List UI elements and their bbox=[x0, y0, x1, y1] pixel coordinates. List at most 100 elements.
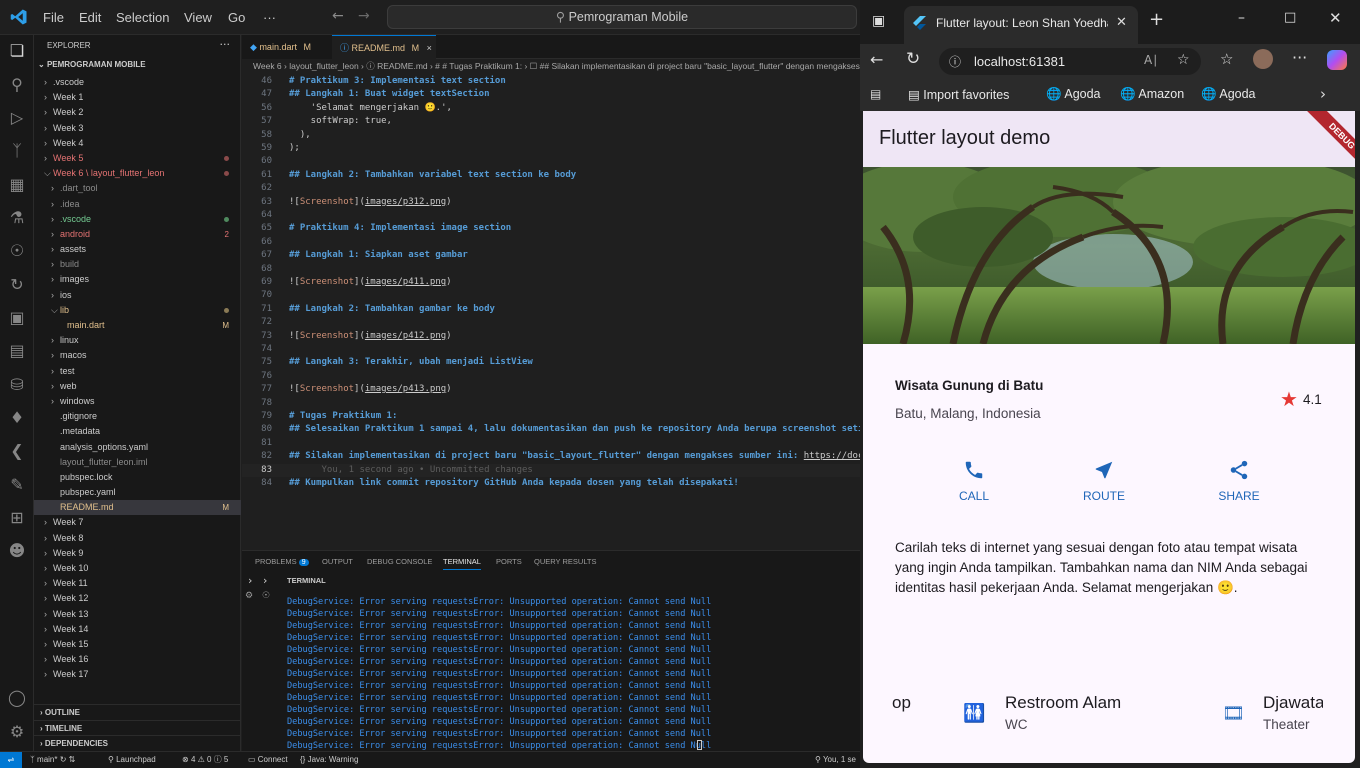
tab-actions-icon[interactable]: ▣ bbox=[872, 13, 885, 29]
code-line[interactable]: 69 ![Screenshot](images/p411.png) bbox=[242, 276, 860, 289]
menu-go[interactable]: Go bbox=[228, 10, 245, 25]
tree-item[interactable]: pubspec.yaml bbox=[34, 485, 241, 500]
tree-item[interactable]: › .vscode bbox=[34, 75, 241, 90]
breadcrumb[interactable]: Week 6 › layout_flutter_leon › ⓘ README.… bbox=[242, 59, 860, 74]
star-icon[interactable]: ☆ bbox=[1177, 52, 1190, 68]
tab-ports[interactable]: PORTS bbox=[496, 557, 522, 566]
code-line[interactable]: 70 bbox=[242, 289, 860, 302]
close-tab-icon[interactable]: ✕ bbox=[1116, 15, 1127, 30]
tree-item[interactable]: .metadata bbox=[34, 424, 241, 439]
code-line[interactable]: 77 ![Screenshot](images/p413.png) bbox=[242, 383, 860, 396]
account-icon[interactable]: ◯ bbox=[7, 688, 27, 708]
tree-item[interactable]: › Week 7 bbox=[34, 515, 241, 530]
collections-icon[interactable]: ▤ bbox=[870, 87, 881, 101]
code-line[interactable]: 66 bbox=[242, 236, 860, 249]
inspect-icon[interactable]: ⊞ bbox=[7, 508, 27, 528]
code-line[interactable]: 72 bbox=[242, 316, 860, 329]
code-line[interactable]: 82 ## Silakan implementasikan di project … bbox=[242, 450, 860, 463]
tree-item[interactable]: › Week 14 bbox=[34, 622, 241, 637]
facilities-list[interactable]: op 🚻 Restroom Alam WC 🎞 Djawatan Theater bbox=[863, 681, 1355, 751]
menu-selection[interactable]: Selection bbox=[116, 10, 169, 25]
tab-main-dart[interactable]: ◆ main.dart M bbox=[242, 35, 332, 59]
code-line[interactable]: 63 ![Screenshot](images/p312.png) bbox=[242, 196, 860, 209]
code-line[interactable]: 56 'Selamat mengerjakan 🙂.', bbox=[242, 102, 860, 115]
tree-item[interactable]: › Week 9 bbox=[34, 546, 241, 561]
explorer-icon[interactable]: ❏ bbox=[7, 41, 27, 61]
code-line[interactable]: 59); bbox=[242, 142, 860, 155]
copilot-icon[interactable]: ☻ bbox=[7, 541, 27, 561]
tree-item[interactable]: › Week 15 bbox=[34, 637, 241, 652]
tree-item[interactable]: › ios bbox=[34, 288, 241, 303]
code-line[interactable]: 64 bbox=[242, 209, 860, 222]
tree-item[interactable]: › Week 16 bbox=[34, 652, 241, 667]
site-info-icon[interactable]: ⓘ bbox=[949, 53, 961, 70]
problems-status[interactable]: ⊗ 4 ⚠ 0 ⓘ 5 bbox=[182, 752, 228, 768]
remote-icon[interactable]: ⇌ bbox=[0, 752, 22, 768]
launchpad-status[interactable]: ⚲ Launchpad bbox=[108, 752, 156, 768]
flutter-icon[interactable]: ❮ bbox=[7, 441, 27, 461]
code-line[interactable]: 83 You, 1 second ago • Uncommitted chang… bbox=[242, 463, 860, 477]
code-line[interactable]: 68 bbox=[242, 263, 860, 276]
fav-agoda-2[interactable]: 🌐 Agoda bbox=[1201, 87, 1256, 102]
tree-item[interactable]: › build bbox=[34, 257, 241, 272]
tree-item[interactable]: main.dart M bbox=[34, 318, 241, 333]
code-line[interactable]: 67 ## Langkah 1: Siapkan aset gambar bbox=[242, 249, 860, 262]
close-icon[interactable]: × bbox=[427, 43, 432, 53]
refresh-icon[interactable]: ↻ bbox=[906, 49, 920, 69]
code-line[interactable]: 80 ## Selesaikan Praktikum 1 sampai 4, la… bbox=[242, 423, 860, 436]
tree-item[interactable]: › Week 17 bbox=[34, 667, 241, 682]
tree-item[interactable]: › .vscode bbox=[34, 212, 241, 227]
tree-item[interactable]: › Week 1 bbox=[34, 90, 241, 105]
tree-item[interactable]: › Week 8 bbox=[34, 531, 241, 546]
tree-item[interactable]: › Week 13 bbox=[34, 607, 241, 622]
fav-amazon[interactable]: 🌐 Amazon bbox=[1120, 87, 1184, 102]
java-status[interactable]: {} Java: Warning bbox=[300, 752, 358, 768]
tree-item[interactable]: › macos bbox=[34, 348, 241, 363]
tree-item[interactable]: › Week 3 bbox=[34, 121, 241, 136]
project-header[interactable]: ⌄ PEMROGRAMAN MOBILE bbox=[38, 60, 146, 69]
sql-icon[interactable]: ⛁ bbox=[7, 375, 27, 395]
code-line[interactable]: 60 bbox=[242, 155, 860, 168]
copilot-icon[interactable] bbox=[1327, 50, 1347, 70]
pen-icon[interactable]: ✎ bbox=[7, 475, 27, 495]
back-icon[interactable]: ← bbox=[870, 50, 883, 69]
tree-item[interactable]: › web bbox=[34, 379, 241, 394]
tree-item[interactable]: › assets bbox=[34, 242, 241, 257]
tree-item[interactable]: › Week 12 bbox=[34, 591, 241, 606]
branch-status[interactable]: ᛉ main* ↻ ⇅ bbox=[30, 752, 75, 768]
code-line[interactable]: 84 ## Kumpulkan link commit repository Gi… bbox=[242, 477, 860, 490]
blame-status[interactable]: ⚲ You, 1 se bbox=[815, 752, 856, 768]
fav-agoda[interactable]: 🌐 Agoda bbox=[1046, 87, 1101, 102]
terminal-tool-icon[interactable]: ⚙ bbox=[245, 591, 253, 601]
tree-item[interactable]: › windows bbox=[34, 394, 241, 409]
tab-readme[interactable]: ⓘ README.md M × bbox=[332, 35, 436, 59]
code-line[interactable]: 79 # Tugas Praktikum 1: bbox=[242, 410, 860, 423]
fav-import[interactable]: ▤ Import favorites bbox=[908, 87, 1009, 102]
python-icon[interactable]: ♦ bbox=[7, 408, 27, 428]
maximize-icon[interactable]: □ bbox=[1284, 10, 1296, 25]
code-line[interactable]: 46 # Praktikum 3: Implementasi text secti… bbox=[242, 75, 860, 88]
tab-query-results[interactable]: QUERY RESULTS bbox=[534, 557, 597, 566]
tab-output[interactable]: OUTPUT bbox=[322, 557, 353, 566]
testing-icon[interactable]: ⚗ bbox=[7, 208, 27, 228]
menu-more[interactable]: ··· bbox=[263, 10, 276, 25]
dependencies-section[interactable]: › DEPENDENCIES bbox=[34, 735, 241, 751]
profile-avatar[interactable] bbox=[1253, 49, 1273, 69]
search-icon[interactable]: ⚲ bbox=[7, 75, 27, 95]
tree-item[interactable]: › images bbox=[34, 272, 241, 287]
tree-item[interactable]: › .dart_tool bbox=[34, 181, 241, 196]
menu-edit[interactable]: Edit bbox=[79, 10, 101, 25]
chevron-right-icon[interactable]: › bbox=[263, 574, 267, 587]
timeline-section[interactable]: › TIMELINE bbox=[34, 720, 241, 736]
connect-status[interactable]: ▭ Connect bbox=[248, 752, 288, 768]
read-aloud-icon[interactable]: A∣ bbox=[1144, 53, 1158, 67]
chevron-right-icon[interactable]: › bbox=[1320, 85, 1326, 103]
tree-item[interactable]: ⌵ Week 6 \ layout_flutter_leon bbox=[34, 166, 241, 181]
menu-view[interactable]: View bbox=[184, 10, 212, 25]
code-line[interactable]: 78 bbox=[242, 397, 860, 410]
route-button[interactable]: ROUTE bbox=[1064, 459, 1144, 503]
tree-item[interactable]: › android 2 bbox=[34, 227, 241, 242]
tree-item[interactable]: › test bbox=[34, 364, 241, 379]
new-tab-icon[interactable]: + bbox=[1149, 9, 1164, 30]
code-line[interactable]: 76 bbox=[242, 370, 860, 383]
